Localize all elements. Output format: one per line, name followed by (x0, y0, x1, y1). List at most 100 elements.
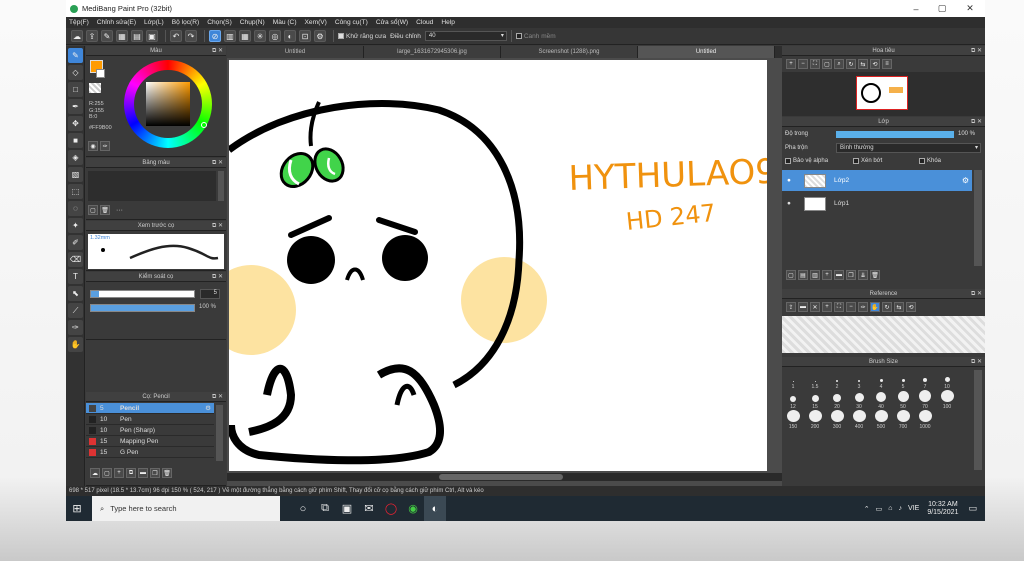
antialias-toggle[interactable]: Khử răng cưa (338, 33, 386, 40)
hand-tool-icon[interactable]: ✋ (68, 337, 83, 352)
cloud-icon[interactable]: ☁ (71, 30, 83, 42)
brush-size-option[interactable]: 50 (892, 390, 914, 410)
brush-size-option[interactable]: 5 (892, 370, 914, 390)
cloud-brush-icon[interactable]: ☁ (90, 468, 100, 478)
brush-item[interactable]: 10 Pen (Sharp) (86, 425, 214, 436)
duplicate-icon[interactable]: ❐ (150, 468, 160, 478)
tray-expand-icon[interactable]: ⌃ (864, 505, 870, 513)
antialias-checkbox[interactable] (338, 33, 344, 39)
navigator-view[interactable] (782, 72, 985, 116)
trash-icon[interactable]: 🗑 (162, 468, 172, 478)
rect-select-icon[interactable]: □ (68, 82, 83, 97)
bucket-tool-icon[interactable]: ◈ (68, 150, 83, 165)
secondary-color-swatch[interactable] (96, 69, 105, 78)
opera-icon[interactable]: ◯ (380, 496, 402, 521)
snap-curve-icon[interactable]: ◐ (284, 30, 296, 42)
tab-untitled-1[interactable]: Untitled (227, 46, 364, 58)
zoom-in-icon[interactable]: + (786, 59, 796, 69)
network-icon[interactable]: ⌂ (888, 505, 892, 512)
more-label[interactable]: ··· (116, 207, 123, 214)
add-layer-icon[interactable]: + (822, 270, 832, 280)
volume-icon[interactable]: ♪ (899, 505, 903, 512)
menu-snap[interactable]: Chụp(N) (240, 19, 265, 26)
brush-size-scrollbar[interactable] (974, 370, 982, 470)
new-page-icon[interactable]: ▢ (88, 205, 98, 215)
folder-icon[interactable]: ▬ (138, 468, 148, 478)
panel-controls-icon[interactable]: ⧉ ✕ (212, 159, 223, 167)
palette-icon[interactable]: ◉ (88, 141, 98, 151)
menu-window[interactable]: Cửa sổ(W) (376, 19, 408, 26)
reset-icon[interactable]: ⟲ (870, 59, 880, 69)
fit-icon[interactable]: ⛶ (834, 302, 844, 312)
panel-menu-icon[interactable]: ≡ (882, 59, 892, 69)
brush-size-option[interactable]: 1000 (914, 410, 936, 430)
fill-rect-icon[interactable]: ■ (68, 133, 83, 148)
zoom-out-icon[interactable]: − (846, 302, 856, 312)
brush-size-option[interactable]: 3 (848, 370, 870, 390)
add-brush-icon[interactable]: + (114, 468, 124, 478)
share-icon[interactable]: ⇪ (86, 30, 98, 42)
size-slider[interactable] (90, 290, 195, 298)
eyedropper-icon[interactable]: ✑ (858, 302, 868, 312)
menu-filter[interactable]: Bộ lọc(R) (172, 19, 199, 26)
fit-icon[interactable]: ⛶ (810, 59, 820, 69)
reference-view[interactable] (782, 316, 985, 353)
navigator-thumbnail[interactable] (856, 76, 908, 110)
brush-size-option[interactable]: 700 (892, 410, 914, 430)
panel-controls-icon[interactable]: ⧉ ✕ (212, 47, 223, 55)
brush-size-option[interactable]: 40 (870, 390, 892, 410)
windows-start-icon[interactable]: ⊞ (66, 496, 88, 521)
hue-cursor[interactable] (201, 122, 207, 128)
text-tool-icon[interactable]: T (68, 269, 83, 284)
tab-large-jpg[interactable]: large_1631672945306.jpg (364, 46, 501, 58)
eye-icon[interactable]: ● (782, 177, 796, 184)
size-value[interactable]: 5 (200, 289, 220, 299)
taskbar-search[interactable]: ⌕ Type here to search (92, 496, 280, 521)
brush-size-option[interactable]: 30 (848, 390, 870, 410)
task-view-icon[interactable]: ⧉ (314, 496, 336, 521)
menu-file[interactable]: Tệp(F) (69, 19, 89, 26)
eyedropper-icon[interactable]: ✑ (68, 320, 83, 335)
divide-tool-icon[interactable]: ⟋ (68, 303, 83, 318)
mail-icon[interactable]: ✉ (358, 496, 380, 521)
snap-radial-icon[interactable]: ✳ (254, 30, 266, 42)
panel-controls-icon[interactable]: ⧉ ✕ (971, 47, 982, 55)
magic-wand-icon[interactable]: ✦ (68, 218, 83, 233)
brush-size-option[interactable]: 70 (914, 390, 936, 410)
lock-checkbox[interactable] (919, 158, 925, 164)
eyedrop-color-icon[interactable]: ✑ (100, 141, 110, 151)
brush-item[interactable]: 10 Pen (86, 414, 214, 425)
palette-area[interactable] (88, 171, 216, 201)
layer-settings-icon[interactable]: ⚙ (962, 176, 969, 185)
opacity-slider[interactable] (90, 304, 195, 312)
lasso-icon[interactable]: ◌ (68, 201, 83, 216)
snap-parallel-icon[interactable]: ▥ (224, 30, 236, 42)
open-image-icon[interactable]: ⇪ (786, 302, 796, 312)
folder-icon[interactable]: ▬ (798, 302, 808, 312)
select-pen-icon[interactable]: ✐ (68, 235, 83, 250)
brush-size-option[interactable]: 20 (826, 390, 848, 410)
saturation-square[interactable] (146, 82, 190, 126)
brush-size-option[interactable]: 10 (936, 370, 958, 390)
brush-size-option[interactable]: 150 (782, 410, 804, 430)
brush-size-option[interactable]: 200 (804, 410, 826, 430)
actual-size-icon[interactable]: ▢ (822, 59, 832, 69)
comment-icon[interactable]: ✎ (101, 30, 113, 42)
menu-color[interactable]: Màu (C) (273, 19, 297, 26)
brush-size-option[interactable]: 1 (782, 370, 804, 390)
layer-row[interactable]: ● Lớp1 (782, 193, 972, 214)
rotate-icon[interactable]: ↻ (882, 302, 892, 312)
minimize-button[interactable]: – (903, 0, 929, 17)
merge-layer-icon[interactable]: ⇊ (858, 270, 868, 280)
gradient-tool-icon[interactable]: ▧ (68, 167, 83, 182)
brush-size-option[interactable]: 12 (782, 390, 804, 410)
chrome-icon[interactable]: ◉ (402, 496, 424, 521)
cortana-icon[interactable]: ○ (292, 496, 314, 521)
clip-checkbox[interactable] (853, 158, 859, 164)
brush-size-option[interactable]: 4 (870, 370, 892, 390)
edge-checkbox[interactable] (515, 33, 522, 39)
brush-size-option[interactable]: 15 (804, 390, 826, 410)
brush-size-option[interactable]: 2 (826, 370, 848, 390)
edge-toggle[interactable]: Canh mềm (515, 33, 556, 40)
menu-edit[interactable]: Chỉnh sửa(E) (97, 19, 136, 26)
